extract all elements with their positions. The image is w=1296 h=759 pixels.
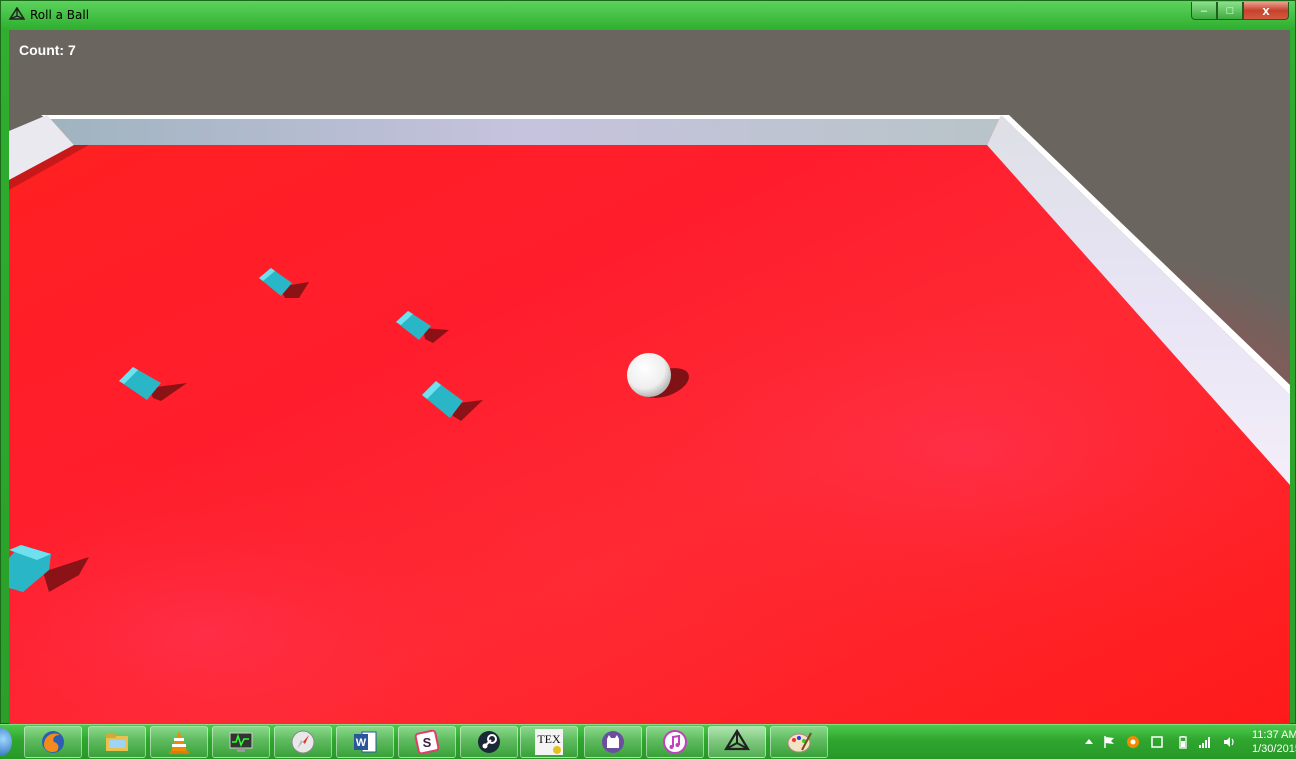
clock[interactable]: 11:37 AM 1/30/2015 [1252, 728, 1296, 756]
slack-icon: S [414, 729, 440, 755]
network-signal-icon[interactable] [1198, 735, 1212, 749]
back-wall [41, 115, 1004, 145]
taskbar-system-monitor[interactable] [212, 726, 270, 758]
taskbar-slack[interactable]: S [398, 726, 456, 758]
game-viewport[interactable]: Count: 7 [9, 30, 1290, 725]
action-center-flag-icon[interactable] [1102, 735, 1116, 749]
paint-icon [787, 732, 812, 753]
github-icon [602, 731, 624, 753]
volume-icon[interactable] [1222, 735, 1236, 749]
show-hidden-icons-icon[interactable] [1082, 735, 1096, 749]
steam-icon [478, 731, 500, 753]
svg-text:W: W [356, 737, 367, 749]
display-icon[interactable] [1150, 735, 1164, 749]
taskbar-itunes[interactable] [646, 726, 704, 758]
unity-icon [9, 7, 25, 20]
taskbar-firefox[interactable] [24, 726, 82, 758]
taskbar-steam[interactable] [460, 726, 518, 758]
file-explorer-icon [106, 733, 128, 751]
unity-icon [724, 729, 750, 751]
safari-icon [291, 730, 315, 754]
taskbar-vlc[interactable] [150, 726, 208, 758]
maximize-button[interactable]: □ [1217, 2, 1243, 20]
game-window: Roll a Ball – □ x Count: 7 [0, 0, 1296, 725]
vlc-icon [169, 731, 189, 754]
minimize-button[interactable]: – [1191, 2, 1217, 20]
window-controls: – □ x [1191, 2, 1289, 20]
taskbar-word[interactable]: W [336, 726, 394, 758]
firefox-icon [42, 731, 64, 753]
svg-text:TEX: TEX [537, 732, 561, 746]
word-icon: W [354, 731, 377, 753]
svg-text:S: S [423, 735, 432, 750]
clock-time: 11:37 AM [1252, 729, 1296, 741]
itunes-icon [663, 730, 687, 754]
window-title: Roll a Ball [30, 8, 90, 22]
clock-date: 1/30/2015 [1252, 743, 1296, 755]
taskbar-github[interactable] [584, 726, 642, 758]
close-button[interactable]: x [1243, 2, 1289, 20]
battery-icon[interactable] [1176, 735, 1190, 749]
title-bar[interactable]: Roll a Ball – □ x [1, 1, 1296, 29]
start-button[interactable] [0, 728, 12, 756]
taskbar-tex[interactable]: TEX [520, 726, 578, 758]
taskbar-paint[interactable] [770, 726, 828, 758]
taskbar-unity[interactable] [708, 726, 766, 758]
avast-icon[interactable] [1126, 735, 1140, 749]
system-monitor-icon [229, 732, 253, 752]
count-label: Count: 7 [19, 42, 76, 58]
taskbar-safari[interactable] [274, 726, 332, 758]
taskbar-file-explorer[interactable] [88, 726, 146, 758]
game-scene [9, 115, 1290, 725]
taskbar: W S TEX 11:37 AM 1/30/201 [0, 724, 1296, 759]
tex-icon: TEX [535, 729, 563, 755]
